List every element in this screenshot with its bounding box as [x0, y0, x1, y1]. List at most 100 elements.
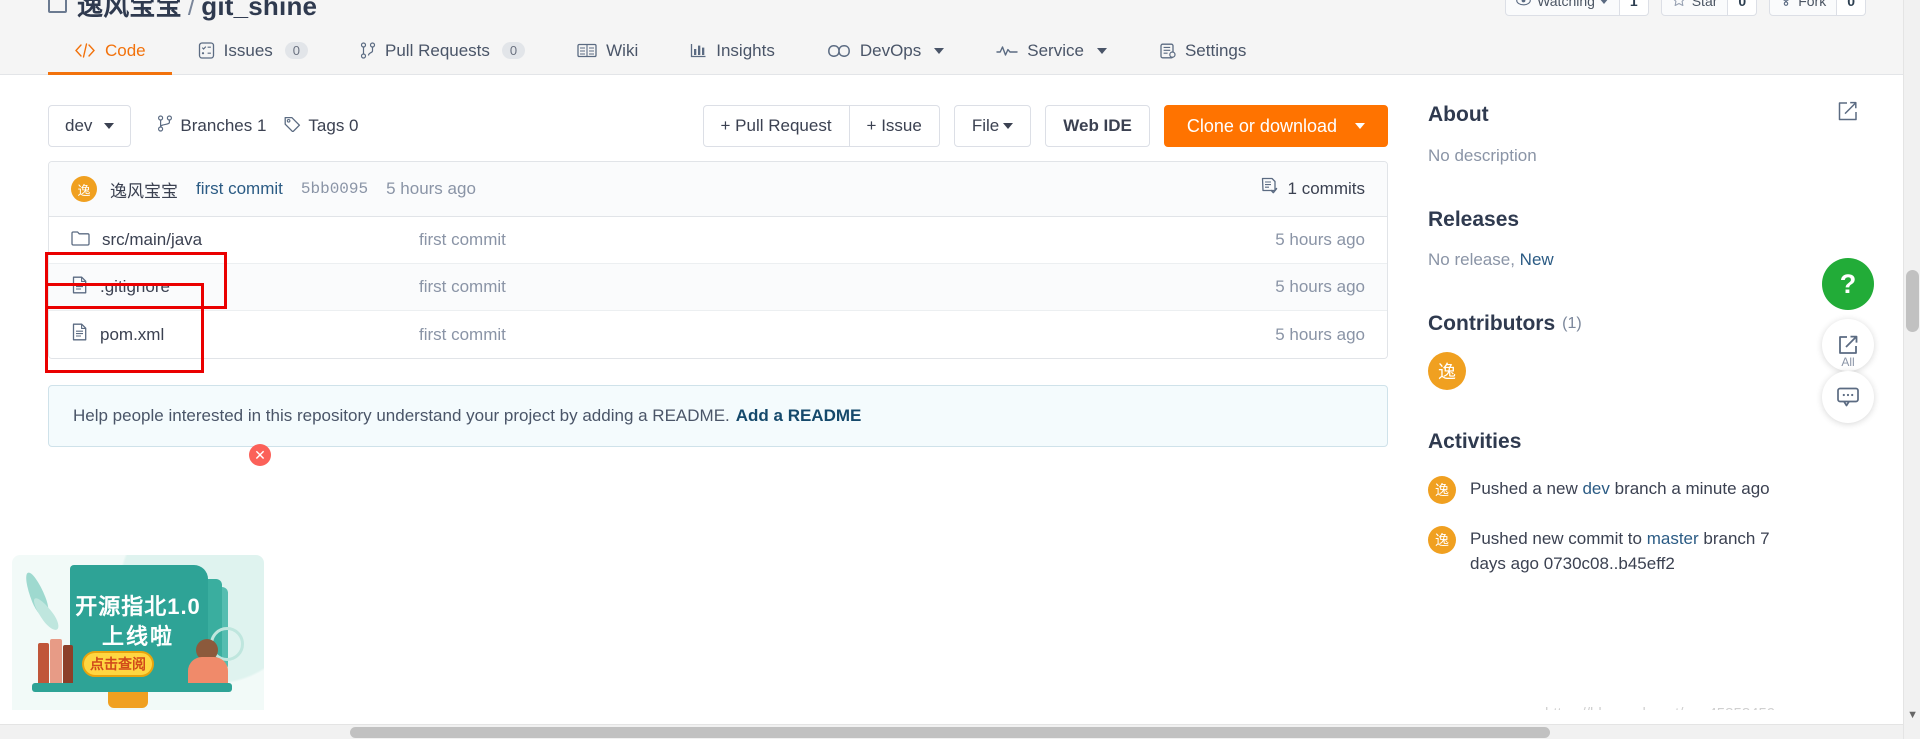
create-buttons-group: + Pull Request + Issue [702, 105, 940, 147]
file-commit-time: 5 hours ago [1275, 324, 1365, 344]
tab-service[interactable]: Service [970, 26, 1133, 75]
table-row[interactable]: pom.xml first commit 5 hours ago [49, 311, 1387, 358]
tab-issues[interactable]: Issues 0 [172, 26, 334, 75]
about-title: About [1428, 102, 1489, 126]
floating-action-buttons: ? All [1820, 258, 1876, 423]
tags-link[interactable]: Tags 0 [284, 116, 359, 137]
activities-title: Activities [1428, 430, 1522, 453]
branch-icon [157, 115, 173, 137]
chevron-down-icon [1598, 0, 1609, 4]
chevron-down-icon [934, 47, 945, 54]
branches-label: Branches 1 [180, 116, 267, 135]
books-illustration [38, 639, 80, 683]
add-readme-link[interactable]: Add a README [736, 406, 862, 426]
activity-branch-link[interactable]: master [1647, 529, 1699, 548]
tab-wiki[interactable]: Wiki [551, 26, 664, 75]
tab-pull-requests-badge: 0 [501, 42, 526, 59]
fork-count: 0 [1837, 0, 1866, 16]
contributor-avatar[interactable]: 逸 [1428, 352, 1466, 390]
file-commit-message: first commit [419, 277, 506, 296]
close-icon[interactable]: ✕ [249, 444, 271, 466]
code-icon [74, 43, 96, 58]
tab-settings[interactable]: Settings [1133, 26, 1272, 75]
file-link[interactable]: src/main/java [71, 230, 401, 251]
activity-branch-link[interactable]: dev [1582, 479, 1609, 498]
releases-section-header: Releases [1428, 208, 1858, 232]
feedback-chat-icon[interactable] [1822, 371, 1874, 423]
repo-toolbar: dev Branches 1 Tags 0 + Pull Request + I… [48, 99, 1388, 153]
table-row[interactable]: .gitignore first commit 5 hours ago [49, 264, 1387, 311]
tab-pull-requests-label: Pull Requests [385, 40, 490, 60]
commit-author[interactable]: 逸风宝宝 [110, 177, 178, 202]
issues-icon [198, 42, 215, 59]
file-dropdown-label: File [971, 116, 1000, 135]
star-button[interactable]: Star [1660, 0, 1729, 16]
tab-insights[interactable]: Insights [664, 26, 801, 75]
tab-code[interactable]: Code [48, 26, 172, 75]
fork-button[interactable]: Fork [1769, 0, 1838, 16]
promo-headline: 开源指北1.0 [75, 594, 201, 619]
promo-banner[interactable]: 开源指北1.0 上线啦 点击查阅 [12, 555, 264, 727]
promo-cta-button[interactable]: 点击查阅 [82, 651, 154, 677]
file-commit-message: first commit [419, 324, 506, 344]
repo-owner[interactable]: 逸风宝宝 [77, 0, 182, 21]
file-commit-message: first commit [419, 230, 506, 249]
chevron-down-icon[interactable]: ▼ [1907, 709, 1918, 721]
edit-about-icon[interactable] [1837, 101, 1858, 128]
folder-icon [71, 230, 90, 251]
fork-icon [1780, 0, 1792, 9]
watch-button[interactable]: Watching [1505, 0, 1620, 16]
vertical-scrollbar[interactable]: ▼ [1903, 0, 1920, 739]
repo-name[interactable]: git_shine [201, 0, 317, 21]
new-pull-request-button[interactable]: + Pull Request [702, 105, 850, 147]
new-release-link[interactable]: New [1520, 250, 1554, 269]
watch-count: 1 [1619, 0, 1649, 16]
settings-icon [1159, 43, 1176, 59]
activity-prefix: Pushed new commit to [1470, 529, 1647, 548]
tab-devops[interactable]: DevOps [801, 26, 970, 75]
page-root: 逸风宝宝 / git_shine Watching 1 Star 0 Fork … [0, 0, 1920, 739]
web-ide-button[interactable]: Web IDE [1045, 105, 1150, 147]
file-link[interactable]: pom.xml [71, 323, 401, 346]
star-button-group[interactable]: Star 0 [1660, 0, 1758, 16]
horizontal-scrollbar-thumb[interactable] [350, 727, 1550, 738]
fork-label: Fork [1798, 0, 1827, 9]
tab-issues-label: Issues [223, 40, 273, 60]
fork-button-group[interactable]: Fork 0 [1769, 0, 1866, 16]
avatar[interactable]: 逸 [1428, 476, 1456, 504]
table-row[interactable]: src/main/java first commit 5 hours ago [49, 217, 1387, 264]
help-question-icon[interactable]: ? [1822, 258, 1874, 310]
tab-issues-badge: 0 [284, 42, 309, 59]
releases-status-text: No release, [1428, 250, 1515, 269]
file-dropdown-button[interactable]: File [953, 105, 1032, 147]
chevron-down-icon [104, 123, 115, 129]
activity-text: Pushed a new dev branch a minute ago [1470, 476, 1770, 501]
avatar[interactable]: 逸 [1428, 526, 1456, 554]
star-count: 0 [1728, 0, 1758, 16]
commits-count-link[interactable]: 1 commits [1260, 177, 1365, 201]
branch-selector-label: dev [65, 116, 93, 135]
clone-or-download-button[interactable]: Clone or download [1163, 105, 1388, 147]
branch-selector[interactable]: dev [48, 105, 132, 147]
contributors-section-header: Contributors (1) [1428, 312, 1858, 336]
branches-link[interactable]: Branches 1 [157, 115, 266, 137]
tab-code-label: Code [105, 40, 146, 60]
vertical-scrollbar-top [1906, 0, 1919, 8]
page-bottom-fill [0, 710, 1903, 724]
file-link[interactable]: .gitignore [71, 276, 401, 299]
commit-sha[interactable]: 5bb0095 [301, 180, 368, 198]
vertical-scrollbar-thumb[interactable] [1906, 270, 1919, 332]
horizontal-scrollbar[interactable] [0, 724, 1903, 739]
latest-commit-bar: 逸 逸风宝宝 first commit 5bb0095 5 hours ago … [49, 162, 1387, 217]
file-name: .gitignore [100, 277, 170, 296]
new-issue-button[interactable]: + Issue [849, 105, 940, 147]
service-pulse-icon [996, 44, 1018, 58]
watch-button-group[interactable]: Watching 1 [1505, 0, 1649, 16]
wiki-icon [577, 43, 597, 58]
tab-pull-requests[interactable]: Pull Requests 0 [334, 26, 551, 75]
activity-prefix: Pushed a new [1470, 479, 1583, 498]
commit-history-icon [1260, 177, 1279, 201]
eye-icon [1516, 0, 1531, 9]
add-readme-notice-text: Help people interested in this repositor… [73, 406, 730, 425]
commit-message[interactable]: first commit [196, 179, 283, 199]
